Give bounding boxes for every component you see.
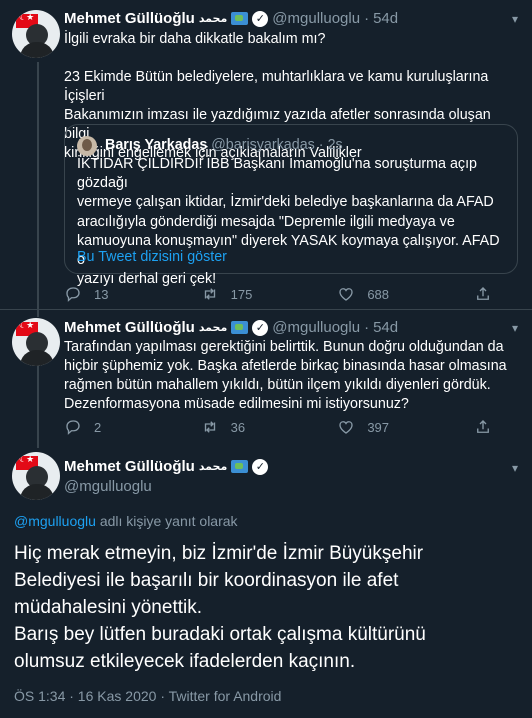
tweet-line: olumsuz etkileyecek ifadelerden kaçının. (14, 651, 356, 672)
map-emoji (231, 321, 249, 334)
reply-mention-link[interactable]: @mgulluoglu (14, 513, 96, 529)
retweet-count: 36 (230, 419, 246, 435)
author-arabic-name: محمد (198, 322, 228, 334)
reply-button[interactable]: 13 (64, 285, 184, 303)
tweet-line: Belediyesi ile başarılı bir koordinasyon… (14, 570, 399, 591)
quoted-time: 2s (327, 137, 343, 153)
share-button[interactable] (474, 418, 492, 436)
author-handle[interactable]: @mgulluoglu (272, 319, 360, 336)
author-name[interactable]: Mehmet Güllüoğlu (64, 319, 195, 336)
like-icon (339, 288, 353, 301)
like-count: 688 (367, 286, 390, 302)
divider (0, 309, 532, 310)
author-name[interactable]: Mehmet Güllüoğlu (64, 458, 195, 475)
quoted-line: İKTİDAR ÇILDIRDI! İBB Başkanı İmamoğlu'n… (77, 156, 478, 192)
separator-dot: · (318, 137, 324, 153)
tweet-line (64, 49, 518, 68)
reply-icon (66, 287, 80, 302)
quoted-tweet[interactable]: Barış Yarkadaş @barisyarkadas · 2s İKTİD… (64, 124, 518, 287)
author-handle[interactable]: @mgulluoglu (272, 10, 360, 27)
tweet-line: rağmen bütün mahallem yıkıldı, bütün ilç… (64, 377, 491, 393)
like-icon (339, 421, 353, 434)
retweet-count: 175 (230, 286, 253, 302)
thread-line (37, 62, 39, 317)
main-tweet-text: Hiç merak etmeyin, biz İzmir'de İzmir Bü… (14, 540, 518, 675)
quoted-avatar (77, 136, 97, 156)
tweet-header: Mehmet Güllüoğlu محمد ✓ @mgulluoglu · 54… (64, 319, 398, 336)
avatar[interactable] (12, 10, 60, 58)
show-thread-link[interactable]: Bu Tweet dizisini göster (77, 249, 227, 265)
map-emoji (231, 12, 249, 25)
quoted-text: İKTİDAR ÇILDIRDI! İBB Başkanı İmamoğlu'n… (77, 155, 505, 289)
author-handle[interactable]: @mgulluoglu (64, 478, 152, 495)
author-arabic-name: محمد (198, 13, 228, 25)
tweet-line: hiçbir şüphemiz yok. Başka afetlerde bir… (64, 358, 507, 374)
avatar[interactable] (12, 452, 60, 500)
verified-icon: ✓ (252, 458, 269, 475)
quoted-author-name: Barış Yarkadaş (105, 137, 208, 153)
verified-icon: ✓ (252, 319, 269, 336)
retweet-button[interactable]: 175 (201, 285, 321, 303)
thread-line (37, 366, 39, 448)
reply-context-text: adlı kişiye yanıt olarak (99, 513, 238, 529)
chevron-down-icon[interactable]: ▾ (512, 12, 518, 26)
tweet-actions: 13 175 688 (64, 285, 492, 303)
tweet-line: Hiç merak etmeyin, biz İzmir'de İzmir Bü… (14, 543, 424, 564)
retweet-icon (204, 421, 215, 433)
tweet-line: 23 Ekimde Bütün belediyelere, muhtarlıkl… (64, 69, 489, 104)
tweet-header: Mehmet Güllüoğlu محمد ✓ @mgulluoglu · 54… (64, 10, 398, 27)
tweet-time[interactable]: 54d (373, 10, 398, 27)
quoted-author-handle: @barisyarkadas (211, 137, 315, 153)
author-handle-row: @mgulluoglu (64, 478, 152, 495)
retweet-icon (204, 288, 215, 300)
verified-icon: ✓ (252, 10, 269, 27)
chevron-down-icon[interactable]: ▾ (512, 321, 518, 335)
quoted-header: Barış Yarkadaş @barisyarkadas · 2s (105, 137, 343, 153)
reply-icon (66, 420, 80, 435)
like-button[interactable]: 688 (337, 285, 457, 303)
reply-count: 13 (94, 286, 109, 302)
tweet-header: Mehmet Güllüoğlu محمد ✓ (64, 458, 269, 475)
separator-dot: · (364, 10, 370, 27)
author-name[interactable]: Mehmet Güllüoğlu (64, 10, 195, 27)
reply-context: @mgulluoglu adlı kişiye yanıt olarak (14, 513, 238, 529)
like-button[interactable]: 397 (337, 418, 457, 436)
quoted-line: aracılığıyla gönderdiği mesajda "Depreml… (77, 213, 455, 230)
tweet-line: Barış bey lütfen buradaki ortak çalışma … (14, 624, 426, 645)
retweet-button[interactable]: 36 (201, 418, 321, 436)
avatar[interactable] (12, 318, 60, 366)
share-icon (477, 420, 489, 433)
reply-count: 2 (94, 419, 102, 435)
chevron-down-icon[interactable]: ▾ (512, 461, 518, 475)
tweet-line: Dezenformasyona müsade edilmesini mi ist… (64, 396, 409, 412)
tweet-line: Tarafından yapılması gerektiğini belirtt… (64, 339, 504, 355)
like-count: 397 (367, 419, 390, 435)
map-emoji (231, 460, 249, 473)
quoted-line: vermeye çalışan iktidar, İzmir'deki bele… (77, 194, 494, 211)
share-icon (477, 287, 489, 300)
tweet-text: Tarafından yapılması gerektiğini belirtt… (64, 338, 518, 414)
tweet-line: müdahalesini yönettik. (14, 597, 202, 618)
tweet-meta[interactable]: ÖS 1:34 · 16 Kas 2020 · Twitter for Andr… (14, 688, 281, 704)
tweet-time[interactable]: 54d (373, 319, 398, 336)
tweet-line: İlgili evraka bir daha dikkatle bakalım … (64, 31, 326, 47)
author-arabic-name: محمد (198, 461, 228, 473)
reply-button[interactable]: 2 (64, 418, 184, 436)
separator-dot: · (364, 319, 370, 336)
tweet-actions: 2 36 397 (64, 418, 492, 436)
share-button[interactable] (474, 285, 492, 303)
